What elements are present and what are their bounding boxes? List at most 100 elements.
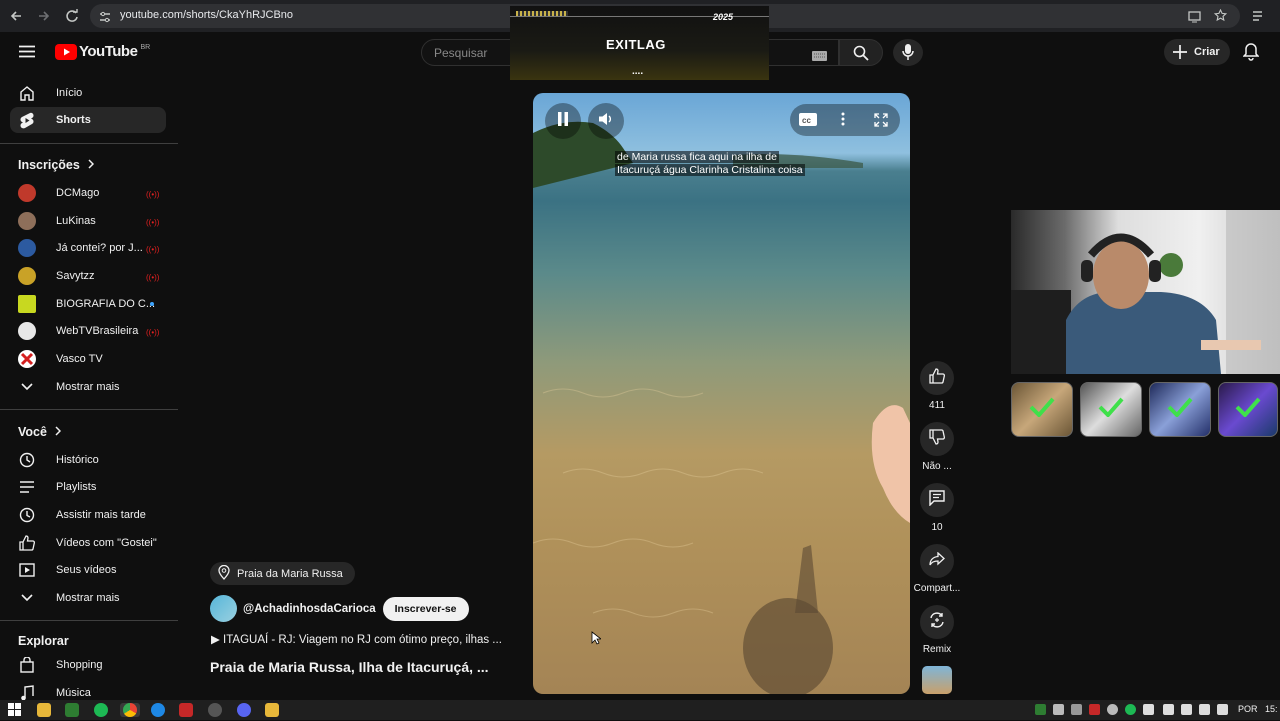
- channel-avatar[interactable]: [210, 595, 237, 622]
- taskbar-clock[interactable]: 15:: [1265, 704, 1278, 714]
- closed-captions-icon[interactable]: cc: [799, 113, 817, 131]
- like-button[interactable]: [920, 361, 954, 395]
- subscription-item[interactable]: BIOGRAFIA DO C...: [10, 291, 166, 317]
- voice-search-button[interactable]: [893, 39, 923, 66]
- video-description[interactable]: ▶ ITAGUAÍ - RJ: Viagem no RJ com ótimo p…: [211, 632, 502, 646]
- sidebar-item-playlists[interactable]: Playlists: [10, 474, 166, 500]
- svg-text:cc: cc: [802, 116, 811, 125]
- file-explorer-icon[interactable]: [37, 703, 51, 717]
- bookmark-star-icon[interactable]: [1213, 8, 1228, 27]
- app-icon[interactable]: [179, 703, 193, 717]
- tray-icon[interactable]: [1107, 704, 1118, 715]
- search-placeholder: Pesquisar: [434, 46, 488, 60]
- sidebar-item-shorts[interactable]: Shorts: [10, 107, 166, 133]
- network-icon[interactable]: [1199, 704, 1210, 715]
- cast-icon[interactable]: [1188, 10, 1201, 28]
- forward-arrow-icon[interactable]: [34, 6, 54, 26]
- reading-list-icon[interactable]: [1252, 9, 1266, 27]
- achievement-badge: [1149, 382, 1211, 437]
- sidebar-item-label: Início: [56, 87, 83, 99]
- subscription-item[interactable]: Já contei? por J... ((•)): [10, 235, 166, 261]
- pause-button[interactable]: [545, 103, 581, 139]
- youtube-logo[interactable]: YouTube BR: [55, 43, 150, 60]
- remix-action[interactable]: Remix: [918, 605, 956, 655]
- sound-thumbnail[interactable]: [922, 666, 952, 694]
- tray-icon[interactable]: [1053, 704, 1064, 715]
- volume-button[interactable]: [588, 103, 624, 139]
- sidebar-item-liked[interactable]: Vídeos com "Gostei": [10, 530, 166, 556]
- sidebar-item-watch-later[interactable]: Assistir mais tarde: [10, 502, 166, 528]
- channel-name[interactable]: @AchadinhosdaCarioca: [243, 603, 376, 615]
- create-button[interactable]: Criar: [1164, 39, 1230, 65]
- fullscreen-icon[interactable]: [874, 113, 888, 132]
- subscription-item[interactable]: Savytzz ((•)): [10, 263, 166, 289]
- tray-icon[interactable]: [1089, 704, 1100, 715]
- tray-icon[interactable]: [1035, 704, 1046, 715]
- volume-tray-icon[interactable]: [1217, 704, 1228, 715]
- sidebar-item-label: Música: [56, 687, 91, 699]
- app-icon[interactable]: [65, 703, 79, 717]
- region-code: BR: [140, 43, 151, 51]
- sidebar-item-label: Histórico: [56, 454, 99, 466]
- you-header[interactable]: Você: [18, 425, 62, 439]
- subscribe-button[interactable]: Inscrever-se: [382, 596, 469, 621]
- sidebar-item-label: Seus vídeos: [56, 564, 117, 576]
- app-icon[interactable]: [208, 703, 222, 717]
- tray-icon[interactable]: [1071, 704, 1082, 715]
- menu-hamburger-icon[interactable]: [19, 45, 35, 63]
- notifications-bell-icon[interactable]: [1242, 43, 1260, 66]
- webcam-scene: [1011, 210, 1280, 374]
- app-icon[interactable]: [151, 703, 165, 717]
- subscription-item[interactable]: DCMago ((•)): [10, 180, 166, 206]
- battery-icon[interactable]: [1181, 704, 1192, 715]
- sidebar-item-your-videos[interactable]: Seus vídeos: [10, 557, 166, 583]
- discord-icon[interactable]: [237, 703, 251, 717]
- plus-icon: [1173, 45, 1187, 62]
- dislike-action[interactable]: Não ...: [918, 422, 956, 472]
- back-arrow-icon[interactable]: [6, 6, 26, 26]
- microphone-tray-icon[interactable]: [1163, 704, 1174, 715]
- sidebar-item-label: Vídeos com "Gostei": [56, 537, 157, 549]
- subscriptions-header[interactable]: Inscrições: [18, 158, 94, 172]
- spotify-icon[interactable]: [94, 703, 108, 717]
- keyboard-icon[interactable]: [812, 48, 827, 66]
- sidebar-item-history[interactable]: Histórico: [10, 447, 166, 473]
- sidebar-divider: [0, 409, 178, 410]
- shorts-video-player[interactable]: cc de Maria russa fica aqui na ilha de I…: [533, 93, 910, 694]
- sidebar-item-shopping[interactable]: Shopping: [10, 652, 166, 678]
- dislike-button[interactable]: [920, 422, 954, 456]
- chrome-taskbar-button[interactable]: [120, 703, 140, 717]
- subscription-item[interactable]: WebTVBrasileira ((•)): [10, 318, 166, 344]
- share-action[interactable]: Compart...: [914, 544, 960, 594]
- location-chip[interactable]: Praia da Maria Russa: [210, 562, 355, 585]
- subscription-name: WebTVBrasileira: [56, 325, 139, 337]
- site-settings-icon[interactable]: [99, 10, 111, 28]
- remix-button[interactable]: [920, 605, 954, 639]
- language-indicator[interactable]: POR: [1238, 704, 1258, 714]
- chevron-down-icon: [18, 378, 36, 396]
- subscription-item[interactable]: LuKinas ((•)): [10, 208, 166, 234]
- windows-start-icon[interactable]: [8, 703, 22, 717]
- sidebar-divider: [0, 143, 178, 144]
- like-action[interactable]: 411: [918, 361, 956, 411]
- comments-button[interactable]: [920, 483, 954, 517]
- volume-icon: [598, 112, 614, 131]
- search-button[interactable]: [839, 39, 883, 66]
- video-title[interactable]: Praia de Maria Russa, Ilha de Itacuruçá,…: [210, 659, 489, 675]
- sidebar-item-inicio[interactable]: Início: [10, 80, 166, 106]
- overlay-year: 2025: [713, 12, 734, 22]
- folder-icon[interactable]: [265, 703, 279, 717]
- comments-action[interactable]: 10: [918, 483, 956, 533]
- watch-later-icon: [18, 506, 36, 524]
- tray-icon[interactable]: [1143, 704, 1154, 715]
- channel-avatar: [18, 184, 36, 202]
- show-more-you[interactable]: Mostrar mais: [10, 585, 166, 611]
- share-button[interactable]: [920, 544, 954, 578]
- more-options-icon[interactable]: [841, 112, 845, 131]
- tray-icon[interactable]: [1125, 704, 1136, 715]
- achievement-badge: [1080, 382, 1142, 437]
- show-more-subscriptions[interactable]: Mostrar mais: [10, 374, 166, 400]
- reload-icon[interactable]: [62, 6, 82, 26]
- video-captions: de Maria russa fica aqui na ilha de Itac…: [615, 151, 843, 177]
- subscription-item[interactable]: Vasco TV: [10, 346, 166, 372]
